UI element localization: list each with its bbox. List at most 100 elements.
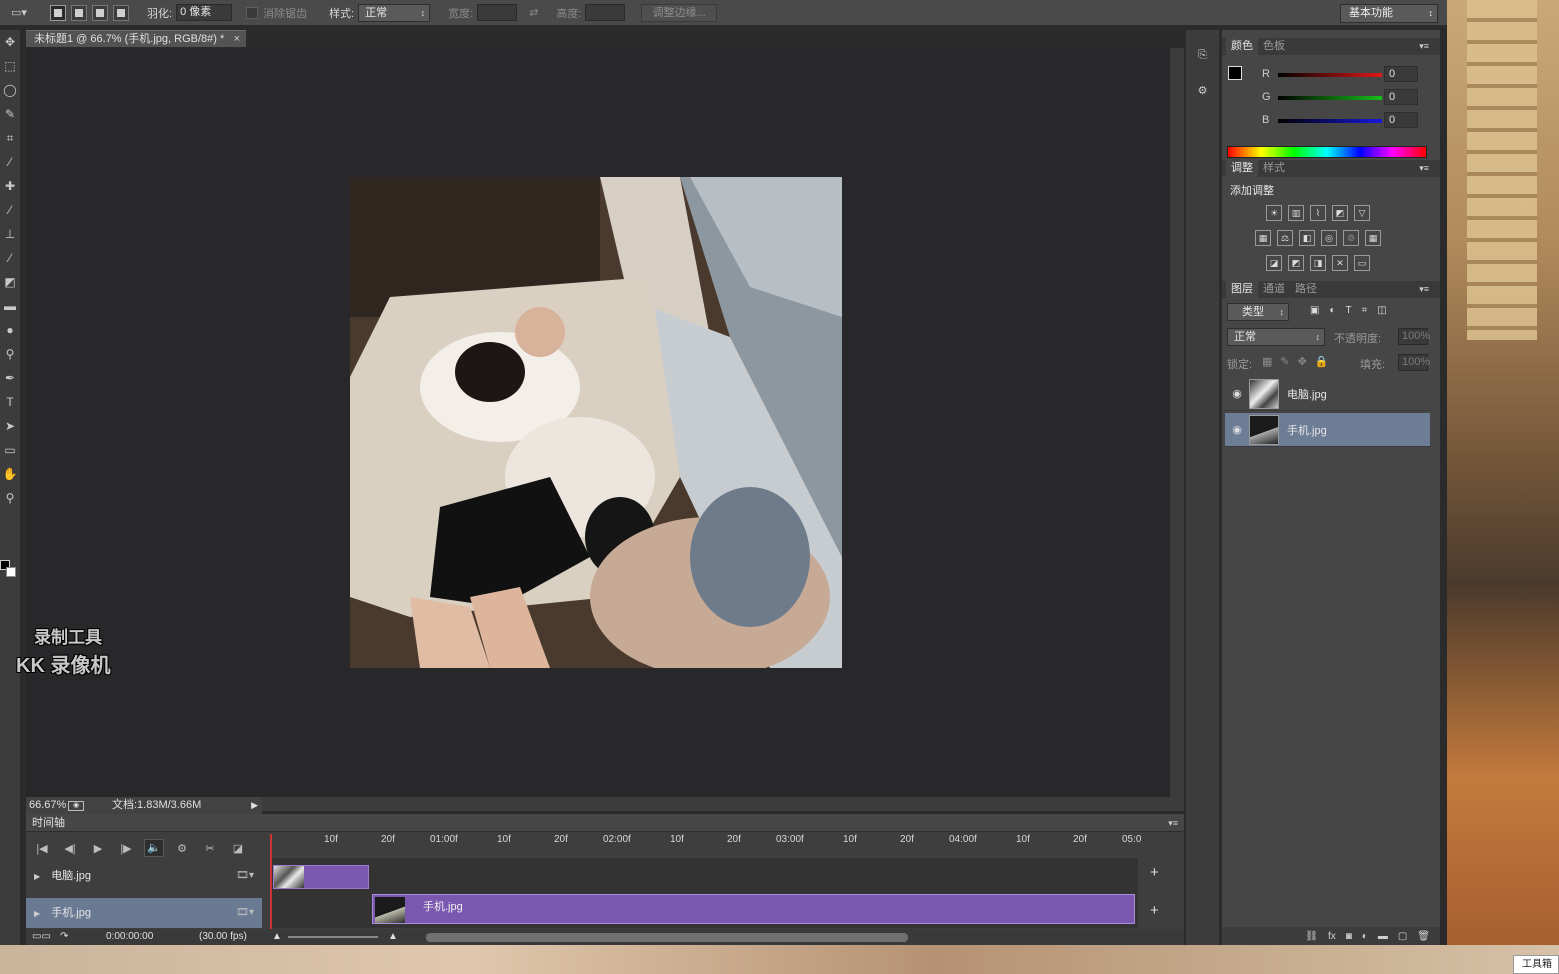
invert-icon[interactable]: ◪ xyxy=(1266,255,1282,271)
track-lanes[interactable]: 手机.jpg xyxy=(270,858,1138,928)
intersect-selection-icon[interactable] xyxy=(113,4,129,21)
brightness-icon[interactable]: ☀ xyxy=(1266,205,1282,221)
link-layers-icon[interactable]: ⛓ xyxy=(1305,931,1318,942)
curves-icon[interactable]: ⌇ xyxy=(1310,205,1326,221)
clip-phone[interactable]: 手机.jpg xyxy=(372,894,1135,924)
eyedropper-tool-icon[interactable]: ⁄ xyxy=(0,150,20,174)
levels-icon[interactable]: ▥ xyxy=(1288,205,1304,221)
zoom-in-icon[interactable]: ▲ xyxy=(388,929,398,945)
exposure-icon[interactable]: ◩ xyxy=(1332,205,1348,221)
panel-menu-icon[interactable]: ▾≡ xyxy=(1414,160,1434,177)
eraser-tool-icon[interactable]: ◩ xyxy=(0,270,20,294)
new-layer-icon[interactable]: ▢ xyxy=(1398,931,1407,942)
track-header-phone[interactable]: ▶ 手机.jpg 🎞▾ xyxy=(26,898,262,928)
marquee-tool-icon[interactable]: ⬚ xyxy=(0,54,20,78)
playhead[interactable] xyxy=(270,834,272,930)
blur-tool-icon[interactable]: ● xyxy=(0,318,20,342)
track-header-computer[interactable]: ▶ 电脑.jpg 🎞▾ xyxy=(26,861,262,891)
subtract-selection-icon[interactable] xyxy=(92,4,108,21)
refine-edge-button[interactable]: 调整边缘... xyxy=(641,3,717,22)
new-adjustment-layer-icon[interactable]: ◐ xyxy=(1362,931,1368,942)
document-tab[interactable]: 未标题1 @ 66.7% (手机.jpg, RGB/8#) * × xyxy=(26,30,246,47)
filter-type-icon[interactable]: T xyxy=(1346,305,1352,316)
tab-paths[interactable]: 路径 xyxy=(1290,281,1322,298)
lock-pixels-icon[interactable]: ✎ xyxy=(1280,355,1289,368)
filter-pixel-icon[interactable]: ▣ xyxy=(1310,305,1319,316)
posterize-icon[interactable]: ◩ xyxy=(1288,255,1304,271)
zoom-out-icon[interactable]: ▲ xyxy=(272,929,282,945)
close-tab-icon[interactable]: × xyxy=(234,31,240,48)
lock-position-icon[interactable]: ✥ xyxy=(1298,355,1307,368)
healing-tool-icon[interactable]: ✚ xyxy=(0,174,20,198)
expand-triangle-icon[interactable]: ▶ xyxy=(34,909,40,918)
clip-computer[interactable] xyxy=(273,865,369,889)
lasso-tool-icon[interactable]: ◯ xyxy=(0,78,20,102)
status-menu-arrow-icon[interactable]: ▶ xyxy=(251,797,258,814)
tab-swatches[interactable]: 色板 xyxy=(1258,38,1290,55)
visibility-eye-icon[interactable]: ◉ xyxy=(1225,387,1249,400)
new-group-icon[interactable]: ▬ xyxy=(1378,931,1388,942)
selective-color-icon[interactable]: ✕ xyxy=(1332,255,1348,271)
swap-icon[interactable]: ⇄ xyxy=(529,6,538,19)
layer-row-computer[interactable]: ◉ 电脑.jpg xyxy=(1225,377,1430,411)
lock-transparent-icon[interactable]: ▦ xyxy=(1262,355,1272,368)
channel-value[interactable]: 0 xyxy=(1384,66,1418,82)
film-strip-icon[interactable]: 🎞▾ xyxy=(236,898,254,928)
properties-panel-icon[interactable]: ⚙ xyxy=(1192,80,1214,102)
layer-filter-dropdown[interactable]: 类型 xyxy=(1227,303,1289,321)
timeline-menu-icon[interactable]: ▾≡ xyxy=(1168,814,1178,832)
brush-tool-icon[interactable]: ⁄ xyxy=(0,198,20,222)
layer-name[interactable]: 手机.jpg xyxy=(1287,422,1327,438)
antialias-checkbox[interactable] xyxy=(246,6,259,19)
lock-all-icon[interactable]: 🔒 xyxy=(1315,355,1329,368)
render-icon[interactable]: ↷ xyxy=(60,929,68,945)
photo-filter-icon[interactable]: ◎ xyxy=(1321,230,1337,246)
tab-styles[interactable]: 样式 xyxy=(1258,160,1290,177)
channel-slider[interactable] xyxy=(1278,119,1382,123)
tab-adjustments[interactable]: 调整 xyxy=(1226,160,1258,177)
go-first-frame-icon[interactable]: |◀ xyxy=(32,842,52,855)
height-input[interactable] xyxy=(585,4,626,21)
gradient-tool-icon[interactable]: ▬ xyxy=(0,294,20,318)
prev-frame-icon[interactable]: ◀| xyxy=(60,842,80,855)
channel-value[interactable]: 0 xyxy=(1384,112,1418,128)
path-select-tool-icon[interactable]: ➤ xyxy=(0,414,20,438)
black-white-icon[interactable]: ◧ xyxy=(1299,230,1315,246)
add-selection-icon[interactable] xyxy=(71,4,87,21)
tab-color[interactable]: 颜色 xyxy=(1226,38,1258,55)
background-color-swatch[interactable] xyxy=(6,567,16,577)
next-frame-icon[interactable]: |▶ xyxy=(116,842,136,855)
time-ruler[interactable]: 10f 20f 01:00f 10f 20f 02:00f 10f 20f 03… xyxy=(270,832,1141,850)
film-strip-icon[interactable]: 🎞▾ xyxy=(236,861,254,891)
pen-tool-icon[interactable]: ✒ xyxy=(0,366,20,390)
transition-icon[interactable]: ◪ xyxy=(228,842,248,855)
color-spectrum-bar[interactable] xyxy=(1227,146,1427,158)
play-icon[interactable]: ▶ xyxy=(88,842,108,855)
feather-input[interactable]: 0 像素 xyxy=(176,4,233,21)
layer-row-phone[interactable]: ◉ 手机.jpg xyxy=(1225,413,1430,447)
timeline-scroll-thumb[interactable] xyxy=(426,933,908,942)
layer-style-fx-icon[interactable]: fx xyxy=(1328,931,1336,942)
hue-saturation-icon[interactable]: ▦ xyxy=(1255,230,1271,246)
channel-slider[interactable] xyxy=(1278,73,1382,77)
quick-select-tool-icon[interactable]: ✎ xyxy=(0,102,20,126)
new-selection-icon[interactable] xyxy=(50,4,66,21)
zoom-level[interactable]: 66.67% xyxy=(26,797,68,814)
filter-smart-icon[interactable]: ◫ xyxy=(1377,305,1386,316)
panel-menu-icon[interactable]: ▾≡ xyxy=(1414,38,1434,55)
visibility-eye-icon[interactable]: ◉ xyxy=(1225,423,1249,436)
frame-mode-icon[interactable]: ▭▭ xyxy=(32,929,51,945)
history-brush-tool-icon[interactable]: ⁄ xyxy=(0,246,20,270)
delete-layer-icon[interactable]: 🗑 xyxy=(1417,931,1430,942)
vertical-scrollbar[interactable] xyxy=(1170,48,1184,797)
split-scissors-icon[interactable]: ✂ xyxy=(200,842,220,855)
zoom-tool-icon[interactable]: ⚲ xyxy=(0,486,20,510)
filter-shape-icon[interactable]: ⌗ xyxy=(1362,305,1368,316)
add-media-icon[interactable]: + xyxy=(1150,902,1159,919)
channel-slider[interactable] xyxy=(1278,96,1382,100)
shape-tool-icon[interactable]: ▭ xyxy=(0,438,20,462)
tab-channels[interactable]: 通道 xyxy=(1258,281,1290,298)
panel-menu-icon[interactable]: ▾≡ xyxy=(1414,281,1434,298)
expand-triangle-icon[interactable]: ▶ xyxy=(34,872,40,881)
channel-mixer-icon[interactable]: ♲ xyxy=(1343,230,1359,246)
